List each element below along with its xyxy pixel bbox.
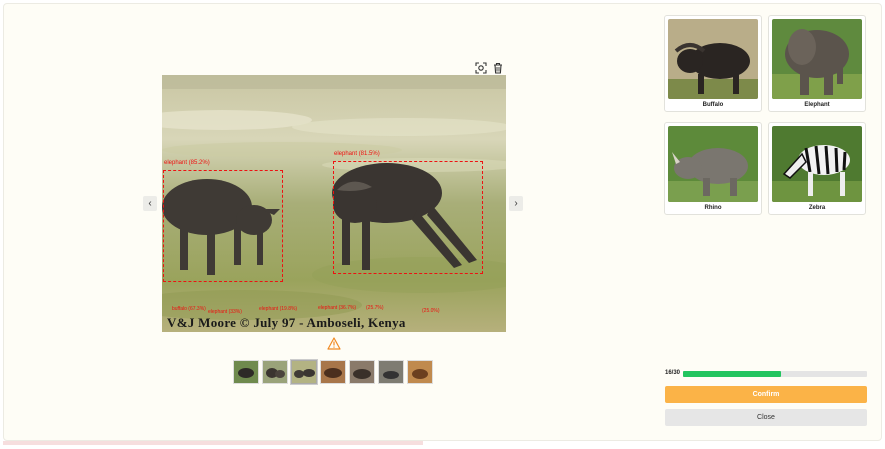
chevron-left-icon: ‹ <box>148 198 152 209</box>
option-label: Elephant <box>804 102 830 108</box>
buffalo-image <box>668 19 758 99</box>
thumbnail-active[interactable] <box>290 359 318 385</box>
detection-box[interactable]: elephant (81.5%) <box>333 151 483 274</box>
progress-bar <box>683 371 867 377</box>
previous-image-button[interactable]: ‹ <box>143 196 157 211</box>
small-detection-label: elephant (36.7%) <box>318 305 357 311</box>
detection-label: elephant (85.2%) <box>164 160 210 166</box>
thumbnail[interactable] <box>262 360 288 384</box>
thumbnail[interactable] <box>407 360 433 384</box>
thumbnail-strip <box>233 359 433 385</box>
small-detection-label: (25.7%) <box>366 305 384 311</box>
rhino-image <box>668 126 758 202</box>
small-detection-label: buffalo (67.3%) <box>172 306 206 312</box>
photo-watermark: V&J Moore © July 97 - Amboseli, Kenya <box>167 315 406 330</box>
thumbnail[interactable] <box>378 360 404 384</box>
next-image-button[interactable]: › <box>509 196 523 211</box>
background-strip <box>3 441 423 445</box>
option-card-rhino[interactable]: Rhino <box>664 122 762 215</box>
detection-label: elephant (81.5%) <box>334 151 380 157</box>
close-button[interactable]: Close <box>665 409 867 426</box>
thumbnail[interactable] <box>320 360 346 384</box>
trash-icon[interactable] <box>491 61 505 75</box>
chevron-right-icon: › <box>514 198 518 209</box>
thumbnail[interactable] <box>233 360 259 384</box>
warning-icon[interactable] <box>327 337 341 350</box>
progress-counter: 16/30 <box>665 370 681 376</box>
option-label: Buffalo <box>702 102 724 108</box>
main-image: elephant (85.2%) elephant (81.5%) buffal… <box>162 75 506 332</box>
small-detection-label: (25.0%) <box>422 308 440 314</box>
confirm-button[interactable]: Confirm <box>665 386 867 403</box>
focus-camera-icon[interactable] <box>474 61 488 75</box>
zebra-image <box>772 126 862 202</box>
progress-bar-fill <box>683 371 782 377</box>
option-card-buffalo[interactable]: Buffalo <box>664 15 762 112</box>
option-card-zebra[interactable]: Zebra <box>768 122 866 215</box>
small-detection-label: elephant (19.8%) <box>259 306 298 312</box>
thumbnail[interactable] <box>349 360 375 384</box>
option-label: Rhino <box>704 205 722 211</box>
detection-box[interactable]: elephant (85.2%) <box>163 160 283 282</box>
option-label: Zebra <box>808 205 826 211</box>
option-card-elephant[interactable]: Elephant <box>768 15 866 112</box>
elephant-image <box>772 19 862 99</box>
